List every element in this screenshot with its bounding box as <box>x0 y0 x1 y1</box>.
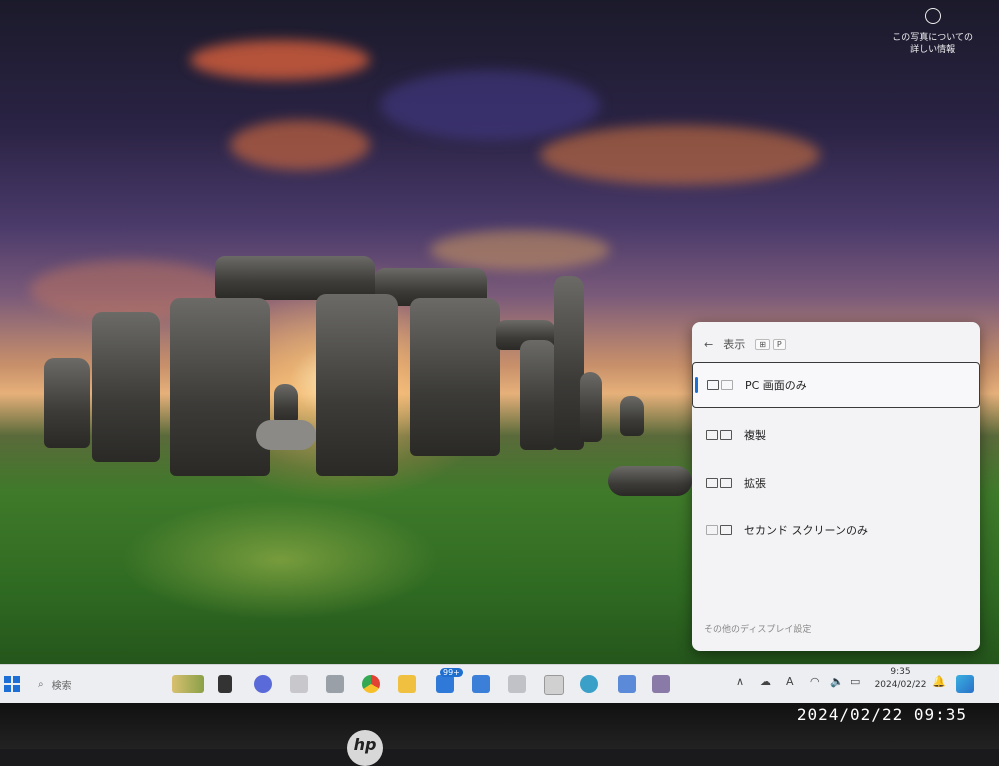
cloud-shape <box>230 120 370 170</box>
standing-stone <box>410 298 500 456</box>
hp-logo: hp <box>347 730 383 766</box>
fallen-stone <box>608 466 692 496</box>
mail-icon[interactable] <box>436 675 454 693</box>
onedrive-cloud-icon[interactable]: ☁ <box>760 675 771 688</box>
app-icon[interactable] <box>508 675 526 693</box>
option-label: セカンド スクリーンのみ <box>744 524 868 537</box>
standing-stone <box>44 358 90 448</box>
distant-stone <box>274 384 298 424</box>
photo-info-line2: 詳しい情報 <box>910 45 956 55</box>
standing-stone <box>170 298 270 476</box>
mail-badge: 99+ <box>440 668 463 677</box>
windows-key-icon: ⊞ <box>755 338 770 350</box>
taskbar-clock[interactable]: 9:35 2024/02/22 <box>873 666 928 692</box>
app-icon[interactable] <box>290 675 308 693</box>
cloud-shape <box>380 70 600 140</box>
notification-bell-icon[interactable]: 🔔 <box>932 675 946 688</box>
sunlit-grass <box>120 500 440 620</box>
option-label: PC 画面のみ <box>745 379 807 392</box>
back-arrow-icon[interactable]: ← <box>704 338 713 351</box>
standing-stone <box>580 372 602 442</box>
cloud-shape <box>190 40 370 80</box>
store-icon[interactable] <box>472 675 490 693</box>
duplicate-icon <box>706 430 732 440</box>
chrome-icon[interactable] <box>362 675 380 693</box>
option-label: 複製 <box>744 429 766 442</box>
app-icon[interactable] <box>652 675 670 693</box>
task-view-icon[interactable] <box>218 675 232 693</box>
app-icon[interactable] <box>618 675 636 693</box>
extend-icon <box>706 478 732 488</box>
notepad-icon[interactable] <box>544 675 564 695</box>
option-label: 拡張 <box>744 477 766 490</box>
panel-title: 表示 <box>723 338 746 351</box>
option-pc-screen-only[interactable]: PC 画面のみ <box>692 362 980 408</box>
photo-info-widget[interactable]: この写真についての 詳しい情報 <box>892 8 973 56</box>
ime-indicator[interactable]: A <box>786 675 794 688</box>
option-duplicate[interactable]: 複製 <box>692 412 980 458</box>
option-second-screen-only[interactable]: セカンド スクリーンのみ <box>692 507 980 553</box>
windows-start-icon[interactable] <box>4 676 20 692</box>
more-display-settings-link[interactable]: その他のディスプレイ設定 <box>704 622 811 635</box>
photo-timestamp: 2024/02/22 09:35 <box>796 705 967 724</box>
p-key: P <box>772 338 786 350</box>
standing-stone <box>620 396 644 436</box>
taskbar: ⌕ 検索 ∧ ☁ A ◠ 🔈 ▭ 🔔 <box>0 664 999 703</box>
camera-circle-icon <box>924 8 941 24</box>
project-display-panel: ← 表示 ⊞ P PC 画面のみ 複製 拡張 セカンド スクリーンのみ その他の… <box>692 322 980 651</box>
cloud-shape <box>540 125 820 185</box>
app-icon[interactable] <box>580 675 598 693</box>
chevron-up-icon[interactable]: ∧ <box>736 675 744 688</box>
wifi-icon[interactable]: ◠ <box>810 675 820 688</box>
app-icon[interactable] <box>326 675 344 693</box>
taskbar-search[interactable]: ⌕ 検索 <box>38 675 72 693</box>
panel-header: ← 表示 ⊞ P <box>704 334 786 354</box>
pc-screen-only-icon <box>707 380 733 390</box>
standing-stone <box>316 294 398 476</box>
option-extend[interactable]: 拡張 <box>692 460 980 506</box>
file-explorer-icon[interactable] <box>398 675 416 693</box>
fallen-stone <box>256 420 316 450</box>
second-screen-only-icon <box>706 525 732 535</box>
search-icon: ⌕ <box>38 678 44 690</box>
shortcut-hint: ⊞ P <box>755 338 786 350</box>
standing-stone <box>520 340 556 450</box>
copilot-icon[interactable] <box>956 675 974 693</box>
volume-icon[interactable]: 🔈 <box>830 675 844 688</box>
photo-info-line1: この写真についての <box>892 33 973 43</box>
clock-time: 9:35 <box>890 667 911 677</box>
chat-icon[interactable] <box>254 675 272 693</box>
clock-date: 2024/02/22 <box>874 680 927 690</box>
standing-stone <box>92 312 160 462</box>
battery-icon[interactable]: ▭ <box>850 675 860 688</box>
search-placeholder: 検索 <box>51 680 72 692</box>
search-highlight-icon[interactable] <box>172 675 204 693</box>
